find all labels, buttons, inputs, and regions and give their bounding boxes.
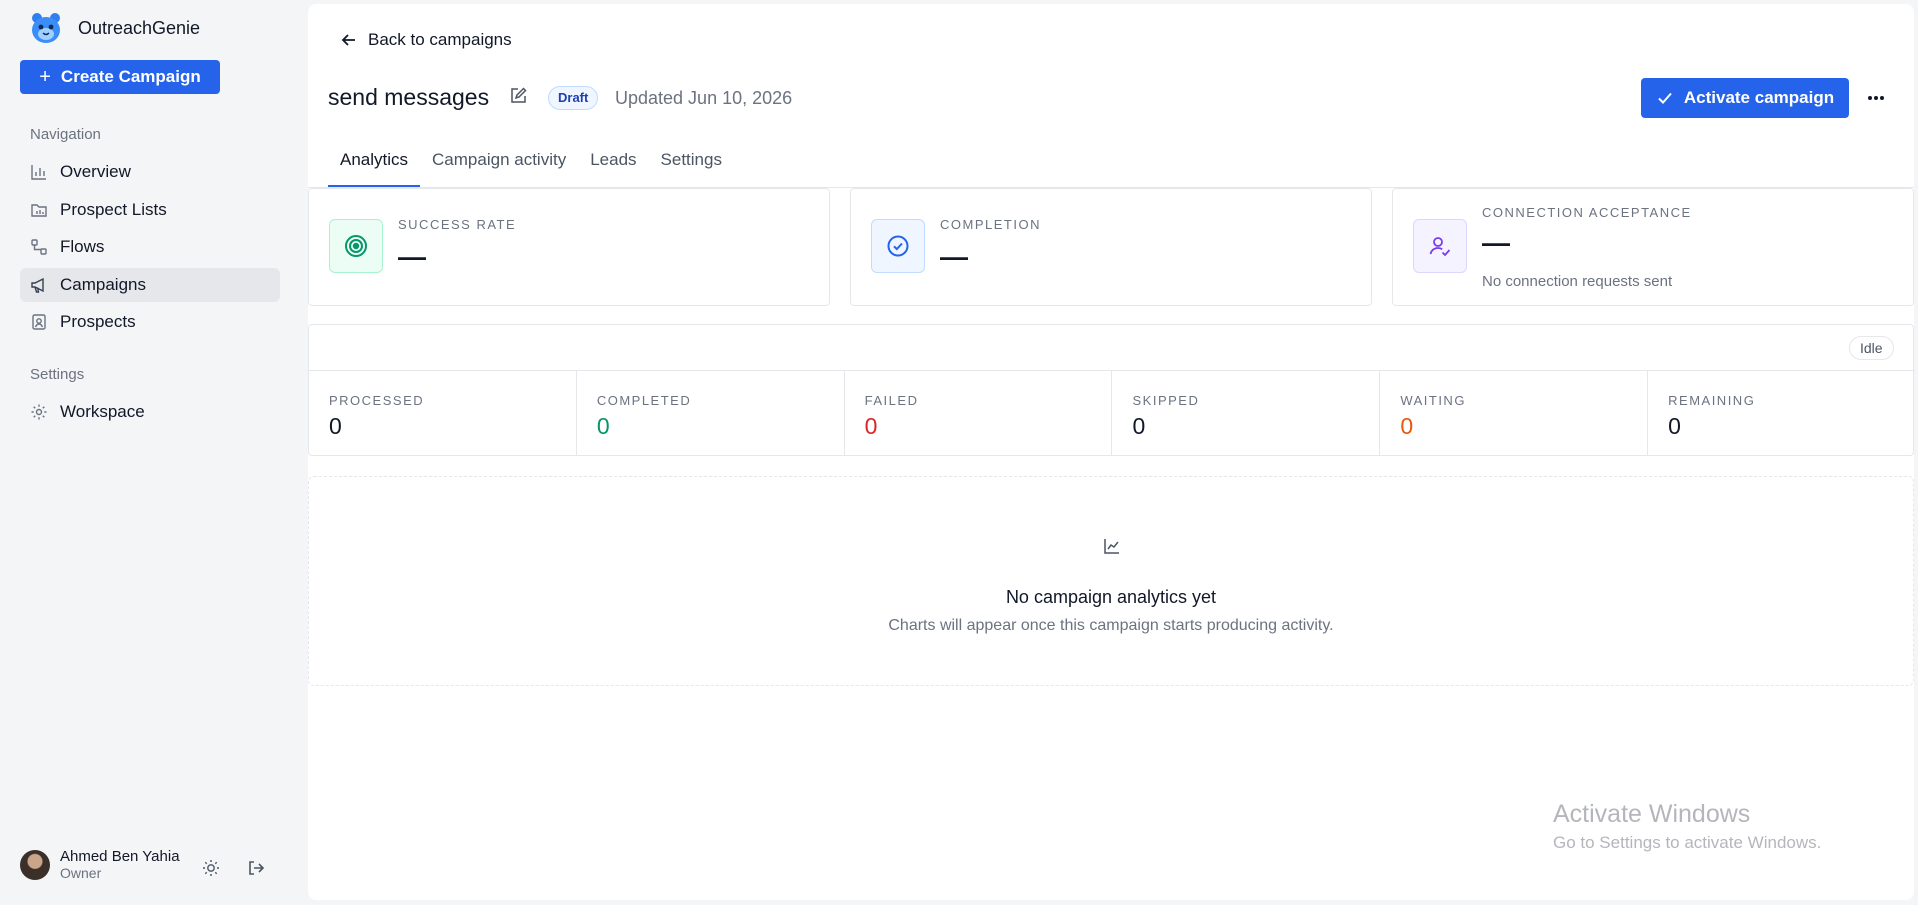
success-rate-card: SUCCESS RATE — bbox=[308, 188, 830, 306]
activate-campaign-label: Activate campaign bbox=[1683, 88, 1835, 107]
avatar bbox=[20, 849, 50, 880]
stat-completed: COMPLETED 0 bbox=[577, 371, 845, 456]
status-badge: Draft bbox=[548, 86, 599, 110]
metric-value: — bbox=[940, 241, 968, 272]
stat-failed: FAILED 0 bbox=[845, 371, 1113, 456]
create-campaign-label: Create Campaign bbox=[60, 67, 201, 86]
line-chart-icon bbox=[1104, 539, 1119, 554]
genie-logo-icon bbox=[32, 13, 60, 43]
sidebar-item-prospect-lists[interactable]: Prospect Lists bbox=[20, 193, 280, 227]
empty-state-subtitle: Charts will appear once this campaign st… bbox=[888, 617, 1334, 634]
brand[interactable]: OutreachGenie bbox=[28, 10, 200, 46]
sidebar-item-label: Overview bbox=[60, 162, 131, 181]
stat-label: WAITING bbox=[1400, 393, 1466, 408]
sidebar-item-label: Campaigns bbox=[60, 275, 146, 294]
stat-value: 0 bbox=[864, 413, 878, 439]
connection-acceptance-card: CONNECTION ACCEPTANCE — No connection re… bbox=[1392, 188, 1914, 306]
stat-value: 0 bbox=[329, 413, 342, 439]
page-title: send messages bbox=[328, 84, 490, 110]
run-status-badge: Idle bbox=[1849, 336, 1894, 360]
user-name: Ahmed Ben Yahia bbox=[60, 848, 180, 865]
back-to-campaigns-link[interactable]: Back to campaigns bbox=[340, 30, 512, 50]
sidebar: OutreachGenie + Create Campaign Navigati… bbox=[0, 0, 300, 905]
metric-value: — bbox=[1482, 227, 1510, 258]
user-info: Ahmed Ben Yahia Owner bbox=[60, 848, 180, 881]
theme-toggle-sun-icon[interactable] bbox=[201, 858, 221, 878]
stat-value: 0 bbox=[1400, 413, 1414, 439]
user-profile[interactable]: Ahmed Ben Yahia Owner bbox=[20, 848, 180, 881]
stat-value: 0 bbox=[596, 413, 610, 439]
back-link-label: Back to campaigns bbox=[368, 30, 512, 49]
tab-campaign-activity[interactable]: Campaign activity bbox=[420, 144, 578, 188]
app: OutreachGenie + Create Campaign Navigati… bbox=[0, 0, 1918, 905]
tab-leads[interactable]: Leads bbox=[578, 144, 648, 188]
watermark-title: Activate Windows bbox=[1553, 800, 1751, 828]
tab-bar: Analytics Campaign activity Leads Settin… bbox=[328, 144, 734, 188]
stat-value: 0 bbox=[1668, 413, 1681, 439]
gear-icon bbox=[30, 403, 48, 421]
logout-icon[interactable] bbox=[246, 858, 266, 878]
stat-label: PROCESSED bbox=[329, 393, 425, 408]
edit-pencil-icon[interactable] bbox=[508, 86, 528, 106]
stat-remaining: REMAINING 0 bbox=[1648, 371, 1915, 456]
metric-note: No connection requests sent bbox=[1482, 273, 1673, 290]
sidebar-item-flows[interactable]: Flows bbox=[20, 230, 280, 264]
sidebar-item-campaigns[interactable]: Campaigns bbox=[20, 268, 280, 302]
check-icon bbox=[1658, 92, 1672, 104]
stat-skipped: SKIPPED 0 bbox=[1112, 371, 1381, 456]
tab-settings[interactable]: Settings bbox=[649, 144, 734, 188]
updated-timestamp: Updated Jun 10, 2026 bbox=[615, 88, 793, 108]
user-role: Owner bbox=[60, 865, 102, 881]
sidebar-item-label: Prospects bbox=[60, 312, 136, 331]
sidebar-item-label: Prospect Lists bbox=[60, 200, 167, 219]
sidebar-item-prospects[interactable]: Prospects bbox=[20, 305, 280, 339]
activate-campaign-button[interactable]: Activate campaign bbox=[1641, 78, 1849, 118]
stat-waiting: WAITING 0 bbox=[1380, 371, 1649, 456]
stat-label: FAILED bbox=[864, 393, 919, 408]
flow-icon bbox=[30, 238, 48, 256]
sidebar-item-workspace[interactable]: Workspace bbox=[20, 395, 280, 429]
more-options-icon[interactable] bbox=[1864, 86, 1888, 110]
empty-state-title: No campaign analytics yet bbox=[1005, 587, 1217, 607]
metric-label: COMPLETION bbox=[940, 217, 1041, 232]
contact-card-icon bbox=[30, 313, 48, 331]
watermark-subtitle: Go to Settings to activate Windows. bbox=[1553, 833, 1822, 852]
settings-section-label: Settings bbox=[30, 366, 85, 383]
analytics-empty-state: No campaign analytics yet Charts will ap… bbox=[308, 476, 1914, 686]
metric-value: — bbox=[398, 241, 426, 272]
main-panel: Back to campaigns send messages Draft Up… bbox=[308, 4, 1915, 900]
tab-analytics[interactable]: Analytics bbox=[328, 144, 421, 188]
bar-chart-icon bbox=[30, 163, 48, 181]
sidebar-item-overview[interactable]: Overview bbox=[20, 155, 280, 189]
sidebar-item-label: Flows bbox=[60, 237, 105, 256]
plus-icon: + bbox=[39, 66, 51, 88]
stats-row: PROCESSED 0 COMPLETED 0 FAILED 0 SKIPPED… bbox=[309, 370, 1915, 456]
folder-chart-icon bbox=[30, 201, 48, 219]
target-icon bbox=[329, 219, 383, 273]
stat-value: 0 bbox=[1132, 413, 1146, 439]
arrow-left-icon bbox=[341, 34, 355, 46]
check-circle-icon bbox=[871, 219, 925, 273]
sidebar-item-label: Workspace bbox=[60, 402, 145, 421]
brand-name: OutreachGenie bbox=[78, 17, 201, 38]
user-check-icon bbox=[1413, 219, 1467, 273]
stat-label: COMPLETED bbox=[596, 393, 692, 408]
metric-label: SUCCESS RATE bbox=[398, 217, 517, 232]
stat-label: SKIPPED bbox=[1132, 393, 1200, 408]
megaphone-icon bbox=[30, 276, 48, 294]
navigation-section-label: Navigation bbox=[30, 126, 101, 143]
metric-label: CONNECTION ACCEPTANCE bbox=[1482, 205, 1692, 220]
windows-activation-watermark: Activate Windows Go to Settings to activ… bbox=[1553, 800, 1821, 853]
stat-label: REMAINING bbox=[1668, 393, 1756, 408]
create-campaign-button[interactable]: + Create Campaign bbox=[20, 60, 220, 94]
completion-card: COMPLETION — bbox=[850, 188, 1372, 306]
stats-panel: Idle PROCESSED 0 COMPLETED 0 FAILED 0 SK… bbox=[308, 324, 1915, 456]
stat-processed: PROCESSED 0 bbox=[309, 371, 577, 456]
